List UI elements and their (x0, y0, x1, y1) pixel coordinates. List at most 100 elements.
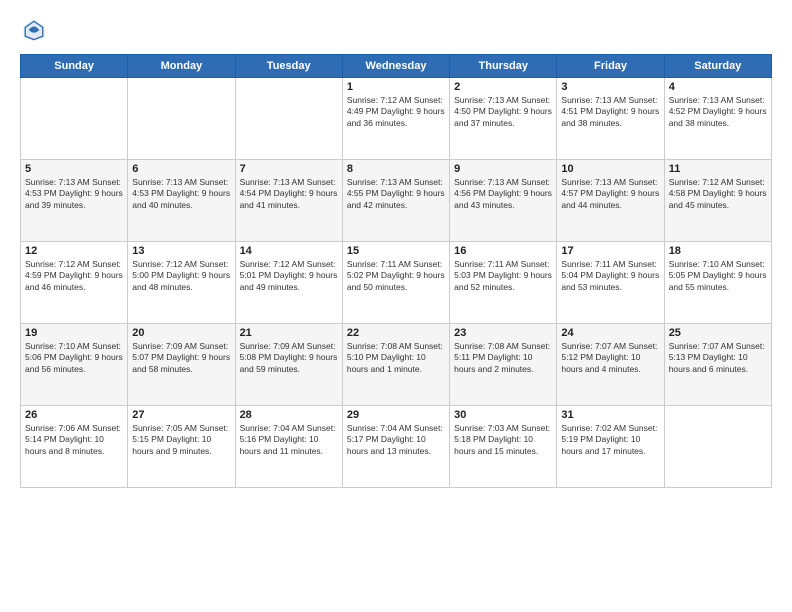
calendar-cell (128, 78, 235, 160)
calendar-cell: 22 Sunrise: 7:08 AM Sunset: 5:10 PM Dayli… (342, 324, 449, 406)
day-number: 15 (347, 245, 445, 257)
day-info: Sunrise: 7:12 AM Sunset: 4:59 PM Dayligh… (25, 259, 123, 293)
day-number: 22 (347, 327, 445, 339)
calendar-cell: 28 Sunrise: 7:04 AM Sunset: 5:16 PM Dayli… (235, 406, 342, 488)
day-header-monday: Monday (128, 55, 235, 78)
day-info: Sunrise: 7:07 AM Sunset: 5:12 PM Dayligh… (561, 341, 659, 375)
day-header-sunday: Sunday (21, 55, 128, 78)
day-number: 2 (454, 81, 552, 93)
logo-icon (20, 16, 48, 44)
day-info: Sunrise: 7:13 AM Sunset: 4:53 PM Dayligh… (132, 177, 230, 211)
day-header-saturday: Saturday (664, 55, 771, 78)
day-info: Sunrise: 7:05 AM Sunset: 5:15 PM Dayligh… (132, 423, 230, 457)
calendar-cell: 21Sunrise: 7:09 AM Sunset: 5:08 PM Dayli… (235, 324, 342, 406)
calendar-cell: 8Sunrise: 7:13 AM Sunset: 4:55 PM Daylig… (342, 160, 449, 242)
day-header-tuesday: Tuesday (235, 55, 342, 78)
day-number: 4 (669, 81, 767, 93)
calendar-cell: 14 Sunrise: 7:12 AM Sunset: 5:01 PM Dayli… (235, 242, 342, 324)
day-header-thursday: Thursday (450, 55, 557, 78)
calendar-cell: 13 Sunrise: 7:12 AM Sunset: 5:00 PM Dayli… (128, 242, 235, 324)
day-number: 9 (454, 163, 552, 175)
calendar-cell: 12 Sunrise: 7:12 AM Sunset: 4:59 PM Dayli… (21, 242, 128, 324)
day-info: Sunrise: 7:12 AM Sunset: 5:00 PM Dayligh… (132, 259, 230, 293)
calendar-week-row: 19Sunrise: 7:10 AM Sunset: 5:06 PM Dayli… (21, 324, 772, 406)
day-number: 31 (561, 409, 659, 421)
day-number: 18 (669, 245, 767, 257)
calendar-cell: 25Sunrise: 7:07 AM Sunset: 5:13 PM Dayli… (664, 324, 771, 406)
day-info: Sunrise: 7:11 AM Sunset: 5:03 PM Dayligh… (454, 259, 552, 293)
day-number: 3 (561, 81, 659, 93)
day-info: Sunrise: 7:13 AM Sunset: 4:51 PM Dayligh… (561, 95, 659, 129)
calendar-table: SundayMondayTuesdayWednesdayThursdayFrid… (20, 54, 772, 488)
calendar-cell: 5 Sunrise: 7:13 AM Sunset: 4:53 PM Daylig… (21, 160, 128, 242)
day-info: Sunrise: 7:12 AM Sunset: 4:49 PM Dayligh… (347, 95, 445, 129)
calendar-cell: 24 Sunrise: 7:07 AM Sunset: 5:12 PM Dayli… (557, 324, 664, 406)
day-info: Sunrise: 7:12 AM Sunset: 4:58 PM Dayligh… (669, 177, 767, 211)
day-info: Sunrise: 7:06 AM Sunset: 5:14 PM Dayligh… (25, 423, 123, 457)
day-info: Sunrise: 7:04 AM Sunset: 5:17 PM Dayligh… (347, 423, 445, 457)
calendar-cell: 11 Sunrise: 7:12 AM Sunset: 4:58 PM Dayli… (664, 160, 771, 242)
day-number: 11 (669, 163, 767, 175)
calendar-week-row: 1 Sunrise: 7:12 AM Sunset: 4:49 PM Daylig… (21, 78, 772, 160)
day-info: Sunrise: 7:04 AM Sunset: 5:16 PM Dayligh… (240, 423, 338, 457)
day-number: 24 (561, 327, 659, 339)
day-number: 20 (132, 327, 230, 339)
calendar-cell: 17Sunrise: 7:11 AM Sunset: 5:04 PM Dayli… (557, 242, 664, 324)
calendar-cell (21, 78, 128, 160)
calendar-cell: 18 Sunrise: 7:10 AM Sunset: 5:05 PM Dayli… (664, 242, 771, 324)
day-number: 14 (240, 245, 338, 257)
header (20, 16, 772, 44)
day-number: 26 (25, 409, 123, 421)
calendar-cell: 20Sunrise: 7:09 AM Sunset: 5:07 PM Dayli… (128, 324, 235, 406)
calendar-cell: 26 Sunrise: 7:06 AM Sunset: 5:14 PM Dayli… (21, 406, 128, 488)
calendar-cell: 1 Sunrise: 7:12 AM Sunset: 4:49 PM Daylig… (342, 78, 449, 160)
calendar-cell: 10 Sunrise: 7:13 AM Sunset: 4:57 PM Dayli… (557, 160, 664, 242)
calendar-week-row: 26 Sunrise: 7:06 AM Sunset: 5:14 PM Dayli… (21, 406, 772, 488)
day-info: Sunrise: 7:13 AM Sunset: 4:50 PM Dayligh… (454, 95, 552, 129)
day-info: Sunrise: 7:11 AM Sunset: 5:04 PM Dayligh… (561, 259, 659, 293)
calendar-cell: 31 Sunrise: 7:02 AM Sunset: 5:19 PM Dayli… (557, 406, 664, 488)
calendar-header-row: SundayMondayTuesdayWednesdayThursdayFrid… (21, 55, 772, 78)
day-number: 19 (25, 327, 123, 339)
calendar-week-row: 12 Sunrise: 7:12 AM Sunset: 4:59 PM Dayli… (21, 242, 772, 324)
calendar-cell: 9 Sunrise: 7:13 AM Sunset: 4:56 PM Daylig… (450, 160, 557, 242)
day-info: Sunrise: 7:08 AM Sunset: 5:10 PM Dayligh… (347, 341, 445, 375)
day-number: 29 (347, 409, 445, 421)
day-info: Sunrise: 7:10 AM Sunset: 5:05 PM Dayligh… (669, 259, 767, 293)
day-number: 21 (240, 327, 338, 339)
calendar-cell: 23Sunrise: 7:08 AM Sunset: 5:11 PM Dayli… (450, 324, 557, 406)
calendar-cell: 27 Sunrise: 7:05 AM Sunset: 5:15 PM Dayli… (128, 406, 235, 488)
day-info: Sunrise: 7:13 AM Sunset: 4:56 PM Dayligh… (454, 177, 552, 211)
day-info: Sunrise: 7:13 AM Sunset: 4:53 PM Dayligh… (25, 177, 123, 211)
calendar-cell (235, 78, 342, 160)
calendar-cell: 29 Sunrise: 7:04 AM Sunset: 5:17 PM Dayli… (342, 406, 449, 488)
calendar-cell: 3 Sunrise: 7:13 AM Sunset: 4:51 PM Daylig… (557, 78, 664, 160)
day-info: Sunrise: 7:13 AM Sunset: 4:57 PM Dayligh… (561, 177, 659, 211)
calendar-cell: 16Sunrise: 7:11 AM Sunset: 5:03 PM Dayli… (450, 242, 557, 324)
day-number: 7 (240, 163, 338, 175)
day-number: 10 (561, 163, 659, 175)
day-number: 13 (132, 245, 230, 257)
day-number: 5 (25, 163, 123, 175)
day-number: 30 (454, 409, 552, 421)
day-number: 1 (347, 81, 445, 93)
calendar-cell: 19Sunrise: 7:10 AM Sunset: 5:06 PM Dayli… (21, 324, 128, 406)
day-number: 12 (25, 245, 123, 257)
page: SundayMondayTuesdayWednesdayThursdayFrid… (0, 0, 792, 612)
day-info: Sunrise: 7:13 AM Sunset: 4:52 PM Dayligh… (669, 95, 767, 129)
day-info: Sunrise: 7:03 AM Sunset: 5:18 PM Dayligh… (454, 423, 552, 457)
day-number: 27 (132, 409, 230, 421)
logo (20, 16, 52, 44)
calendar-cell: 7Sunrise: 7:13 AM Sunset: 4:54 PM Daylig… (235, 160, 342, 242)
calendar-week-row: 5 Sunrise: 7:13 AM Sunset: 4:53 PM Daylig… (21, 160, 772, 242)
calendar-cell: 30 Sunrise: 7:03 AM Sunset: 5:18 PM Dayli… (450, 406, 557, 488)
calendar-cell: 2 Sunrise: 7:13 AM Sunset: 4:50 PM Daylig… (450, 78, 557, 160)
calendar-cell: 4 Sunrise: 7:13 AM Sunset: 4:52 PM Daylig… (664, 78, 771, 160)
day-info: Sunrise: 7:11 AM Sunset: 5:02 PM Dayligh… (347, 259, 445, 293)
day-number: 6 (132, 163, 230, 175)
day-number: 28 (240, 409, 338, 421)
day-info: Sunrise: 7:02 AM Sunset: 5:19 PM Dayligh… (561, 423, 659, 457)
day-header-friday: Friday (557, 55, 664, 78)
day-info: Sunrise: 7:12 AM Sunset: 5:01 PM Dayligh… (240, 259, 338, 293)
calendar-cell: 6 Sunrise: 7:13 AM Sunset: 4:53 PM Daylig… (128, 160, 235, 242)
